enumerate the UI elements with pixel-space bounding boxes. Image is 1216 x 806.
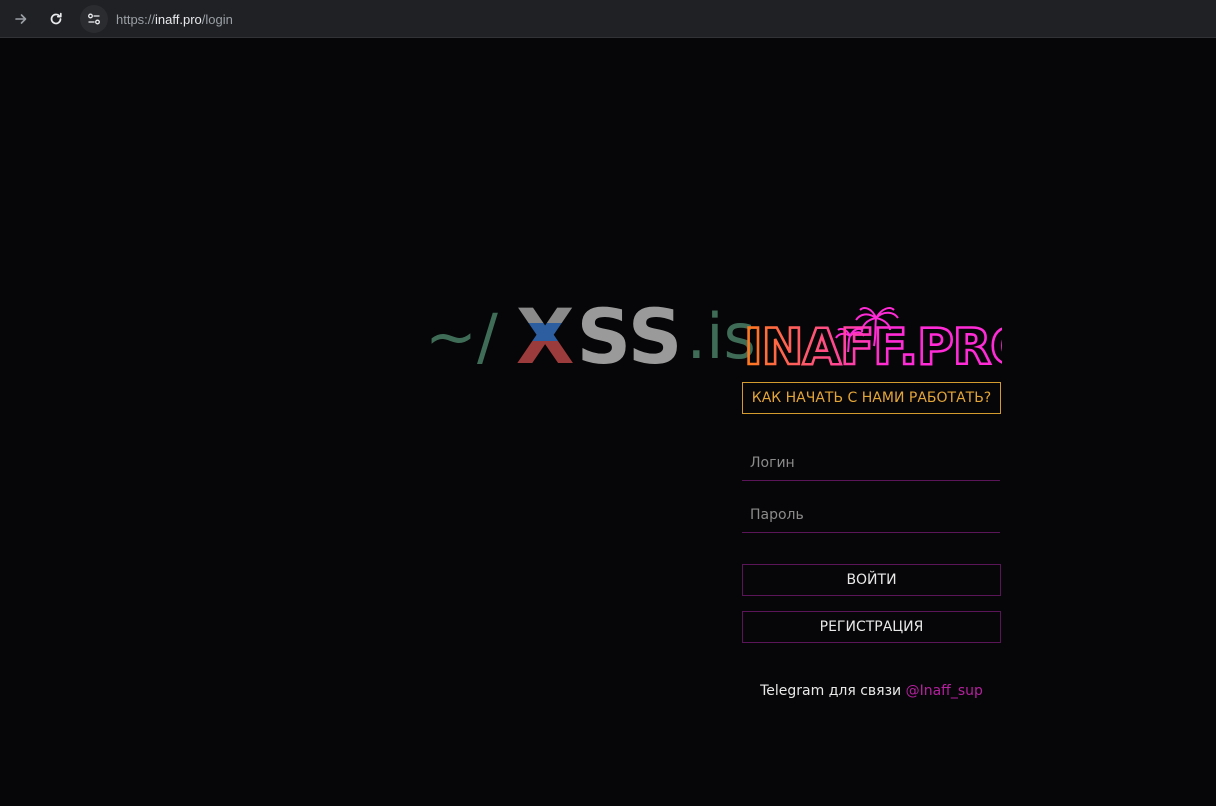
url-path: /login bbox=[201, 11, 233, 27]
telegram-text: Telegram для связи bbox=[760, 683, 902, 699]
login-input[interactable] bbox=[742, 445, 1000, 481]
browser-toolbar: https://inaff.pro/login bbox=[0, 0, 1216, 38]
url-text: https://inaff.pro/login bbox=[116, 12, 233, 27]
xss-watermark: ~/ X SS .is bbox=[425, 292, 756, 381]
reload-icon[interactable] bbox=[44, 7, 68, 31]
watermark-ss: SS bbox=[576, 291, 683, 381]
url-scheme: https:// bbox=[116, 11, 156, 27]
register-button[interactable]: РЕГИСТРАЦИЯ bbox=[742, 611, 1001, 643]
forward-icon[interactable] bbox=[9, 7, 33, 31]
telegram-contact: Telegram для связи @Inaff_sup bbox=[742, 683, 1001, 699]
login-button[interactable]: ВОЙТИ bbox=[742, 564, 1001, 596]
inaff-logo: INAFF.PRO bbox=[743, 307, 1002, 372]
login-button-label: ВОЙТИ bbox=[846, 572, 897, 588]
how-to-start-label: КАК НАЧАТЬ С НАМИ РАБОТАТЬ? bbox=[751, 390, 992, 406]
watermark-tilde: ~/ bbox=[425, 299, 498, 373]
register-button-label: РЕГИСТРАЦИЯ bbox=[819, 619, 924, 635]
logo-text: INAFF.PRO bbox=[744, 318, 1002, 372]
password-input[interactable] bbox=[742, 497, 1000, 533]
telegram-handle-link[interactable]: @Inaff_sup bbox=[906, 683, 983, 699]
watermark-x: X bbox=[515, 291, 575, 381]
site-settings-icon[interactable] bbox=[80, 5, 108, 33]
url-host: inaff.pro bbox=[155, 11, 202, 27]
address-bar[interactable]: https://inaff.pro/login bbox=[80, 5, 1210, 33]
how-to-start-button[interactable]: КАК НАЧАТЬ С НАМИ РАБОТАТЬ? bbox=[742, 382, 1001, 414]
